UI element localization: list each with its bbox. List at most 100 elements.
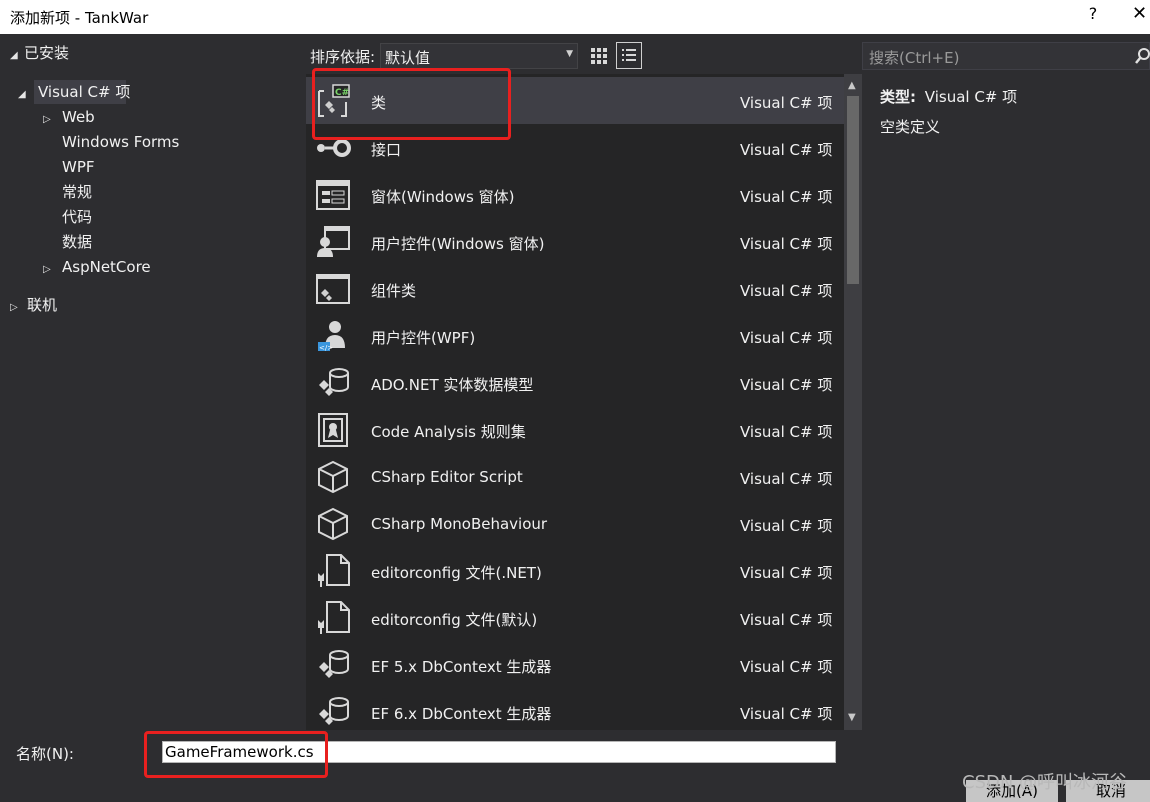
data-model-icon <box>315 694 351 730</box>
scroll-thumb[interactable] <box>847 96 859 284</box>
list-scrollbar[interactable]: ▲ ▼ <box>844 74 862 730</box>
tree-node-windows-forms[interactable]: Windows Forms <box>62 131 179 153</box>
template-list[interactable]: C# 类 Visual C# 项 接口 Visual C# 项 窗体(Windo… <box>306 74 862 730</box>
close-button[interactable]: ✕ <box>1132 3 1150 27</box>
search-input[interactable]: 搜索(Ctrl+E) <box>862 42 1150 70</box>
item-type: Visual C# 项 <box>740 611 833 629</box>
tree-node-visual-csharp[interactable]: ◢ Visual C# 项 <box>18 81 130 103</box>
list-view-icon[interactable] <box>616 42 642 69</box>
item-type: Visual C# 项 <box>740 517 833 535</box>
item-type: Visual C# 项 <box>740 329 833 347</box>
window-title: 添加新项 - TankWar <box>10 9 149 27</box>
scroll-up-arrow-icon[interactable]: ▲ <box>848 80 856 91</box>
item-name: CSharp MonoBehaviour <box>371 515 548 533</box>
item-name: 窗体(Windows 窗体) <box>371 188 515 206</box>
item-name: 用户控件(Windows 窗体) <box>371 235 545 253</box>
item-name: editorconfig 文件(默认) <box>371 611 538 629</box>
item-type: Visual C# 项 <box>740 141 833 159</box>
list-item-user-control-winforms[interactable]: 用户控件(Windows 窗体) Visual C# 项 <box>306 218 846 265</box>
expand-arrow-icon[interactable]: ▷ <box>43 109 57 131</box>
data-model-icon <box>315 647 351 683</box>
list-item-editorconfig-default[interactable]: editorconfig 文件(默认) Visual C# 项 <box>306 594 846 641</box>
list-item-windows-form[interactable]: 窗体(Windows 窗体) Visual C# 项 <box>306 171 846 218</box>
user-control-icon <box>315 224 351 260</box>
item-type: Visual C# 项 <box>740 470 833 488</box>
sort-value: 默认值 <box>385 49 431 67</box>
annotation-box-name-field <box>144 731 328 778</box>
tree-label-online: 联机 <box>27 296 58 314</box>
item-name: 用户控件(WPF) <box>371 329 476 347</box>
search-icon[interactable] <box>1135 46 1150 66</box>
item-name: 接口 <box>371 141 402 159</box>
list-item-user-control-wpf[interactable]: </> 用户控件(WPF) Visual C# 项 <box>306 312 846 359</box>
tree-node-data[interactable]: 数据 <box>62 231 92 253</box>
detail-type-value: Visual C# 项 <box>924 88 1018 106</box>
search-placeholder: 搜索(Ctrl+E) <box>869 49 960 67</box>
form-icon <box>315 177 351 213</box>
item-name: Code Analysis 规则集 <box>371 423 526 441</box>
item-type: Visual C# 项 <box>740 705 833 723</box>
tree-node-general[interactable]: 常规 <box>62 181 92 203</box>
tree-label-data: 数据 <box>62 233 93 251</box>
list-item-csharp-monobehaviour[interactable]: CSharp MonoBehaviour Visual C# 项 <box>306 500 846 547</box>
list-item-ado-net-model[interactable]: ADO.NET 实体数据模型 Visual C# 项 <box>306 359 846 406</box>
name-label: 名称(N): <box>16 745 74 763</box>
component-icon <box>315 271 351 307</box>
list-item-component-class[interactable]: 组件类 Visual C# 项 <box>306 265 846 312</box>
config-file-icon <box>315 553 351 589</box>
item-name: ADO.NET 实体数据模型 <box>371 376 534 394</box>
tree-label-installed: 已安装 <box>24 44 70 62</box>
tree-label-visual-csharp: Visual C# 项 <box>38 83 131 101</box>
detail-description: 空类定义 <box>880 118 941 136</box>
item-type: Visual C# 项 <box>740 235 833 253</box>
config-file-icon <box>315 600 351 636</box>
expand-arrow-icon[interactable]: ▷ <box>10 297 24 319</box>
scroll-down-arrow-icon[interactable]: ▼ <box>848 712 856 723</box>
item-type: Visual C# 项 <box>740 188 833 206</box>
tree-label-code: 代码 <box>62 208 93 226</box>
annotation-box-class-item <box>312 68 511 140</box>
list-item-csharp-editor-script[interactable]: CSharp Editor Script Visual C# 项 <box>306 453 846 500</box>
help-button[interactable]: ? <box>1083 4 1103 28</box>
tree-node-wpf[interactable]: WPF <box>62 156 95 178</box>
item-name: EF 5.x DbContext 生成器 <box>371 658 552 676</box>
tree-label-aspnetcore: AspNetCore <box>62 258 151 276</box>
tree-label-general: 常规 <box>62 183 93 201</box>
tree-label-web: Web <box>62 108 95 126</box>
tree-label-wpf: WPF <box>62 158 95 176</box>
title-bar: 添加新项 - TankWar ? ✕ <box>0 0 1150 34</box>
cube-icon <box>315 459 351 495</box>
item-name: CSharp Editor Script <box>371 468 523 486</box>
sort-label: 排序依据: <box>310 48 376 66</box>
watermark: CSDN @呼叫冰河谷 <box>962 772 1128 793</box>
sort-dropdown[interactable]: 默认值 ▼ <box>380 43 578 69</box>
tree-node-installed[interactable]: ◢ 已安装 <box>10 42 69 64</box>
dropdown-arrow-icon: ▼ <box>566 49 573 59</box>
item-type: Visual C# 项 <box>740 658 833 676</box>
data-model-icon <box>315 365 351 401</box>
item-type: Visual C# 项 <box>740 282 833 300</box>
list-item-ef5-dbcontext[interactable]: EF 5.x DbContext 生成器 Visual C# 项 <box>306 641 846 688</box>
tree-node-aspnetcore[interactable]: ▷ AspNetCore <box>43 256 151 278</box>
grid-view-icon[interactable] <box>587 43 611 69</box>
item-name: EF 6.x DbContext 生成器 <box>371 705 552 723</box>
tree-label-windows-forms: Windows Forms <box>62 133 180 151</box>
item-type: Visual C# 项 <box>740 94 833 112</box>
tree-node-web[interactable]: ▷ Web <box>43 106 95 128</box>
tree-node-online[interactable]: ▷ 联机 <box>10 294 57 316</box>
collapse-arrow-icon[interactable]: ◢ <box>10 45 24 67</box>
list-item-ef6-dbcontext[interactable]: EF 6.x DbContext 生成器 Visual C# 项 <box>306 688 846 730</box>
item-type: Visual C# 项 <box>740 376 833 394</box>
tree-node-code[interactable]: 代码 <box>62 206 92 228</box>
list-item-code-analysis-ruleset[interactable]: Code Analysis 规则集 Visual C# 项 <box>306 406 846 453</box>
svg-text:</>: </> <box>319 344 333 352</box>
detail-type: 类型: Visual C# 项 <box>880 86 1017 107</box>
wpf-user-control-icon: </> <box>315 318 351 354</box>
collapse-arrow-icon[interactable]: ◢ <box>18 84 32 106</box>
item-type: Visual C# 项 <box>740 423 833 441</box>
ruleset-icon <box>315 412 351 448</box>
list-item-editorconfig-dotnet[interactable]: editorconfig 文件(.NET) Visual C# 项 <box>306 547 846 594</box>
expand-arrow-icon[interactable]: ▷ <box>43 259 57 281</box>
item-type: Visual C# 项 <box>740 564 833 582</box>
cube-icon <box>315 506 351 542</box>
